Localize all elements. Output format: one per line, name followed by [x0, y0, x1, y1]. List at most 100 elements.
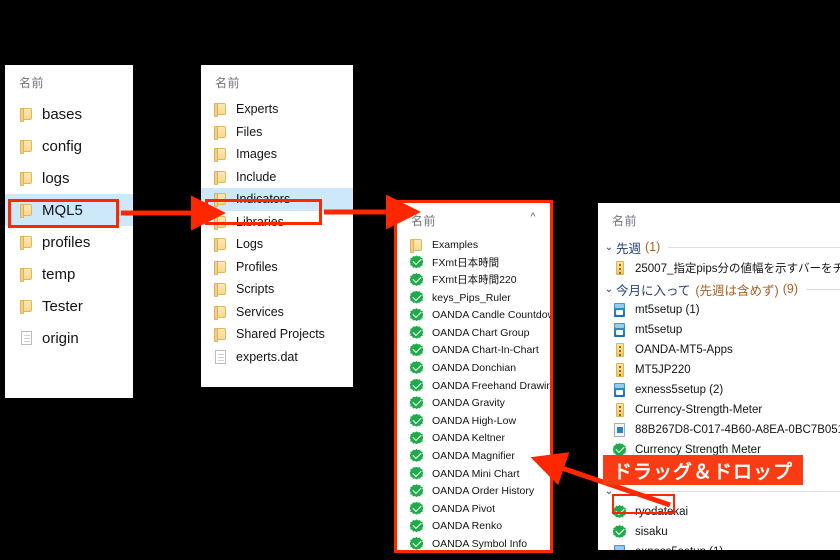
list-item-label: origin	[42, 329, 79, 347]
column-header-name[interactable]: 名前 ^	[397, 203, 550, 236]
list-item-label: mt5setup (1)	[635, 304, 700, 316]
list-item-label: logs	[42, 169, 70, 187]
column-header-name-label: 名前	[612, 214, 638, 228]
group-header[interactable]: ⌄ 今月に入って (先週は含めず) (9)	[598, 278, 840, 300]
mt5-installer-icon	[612, 382, 627, 398]
file-list-panel3[interactable]: Examples FXmt日本時間 FXmt日本時間220 keys_Pips_Rul…	[397, 236, 550, 550]
list-item[interactable]: Scripts	[201, 278, 353, 301]
list-item[interactable]: Indicators	[201, 188, 353, 211]
list-item[interactable]: OANDA-MT5-Apps	[598, 340, 840, 360]
ex5-indicator-icon	[409, 254, 424, 270]
list-item[interactable]: config	[5, 130, 133, 162]
list-item[interactable]: OANDA Mini Chart	[397, 465, 550, 483]
folder-icon	[213, 124, 228, 140]
list-item[interactable]: FXmt日本時間	[397, 254, 550, 272]
list-item[interactable]: Include	[201, 166, 353, 189]
list-item[interactable]: OANDA Chart-In-Chart	[397, 342, 550, 360]
file-list-panel4[interactable]: ⌄先週(1)25007_指定pips分の値幅を示すバーをチャート上に…⌄今月に入…	[598, 236, 840, 550]
list-item[interactable]: 88B267D8-C017-4B60-A8EA-0BC7B051713C	[598, 420, 840, 440]
mt5-installer-icon	[612, 302, 627, 318]
list-item[interactable]: Images	[201, 143, 353, 166]
list-item[interactable]: origin	[5, 322, 133, 354]
list-item-label: OANDA Renko	[432, 520, 503, 533]
list-item[interactable]: Files	[201, 121, 353, 144]
folder-icon	[213, 304, 228, 320]
list-item[interactable]: keys_Pips_Ruler	[397, 289, 550, 307]
list-item-label: Shared Projects	[236, 327, 325, 342]
list-item-label: OANDA Freehand Drawing	[432, 379, 550, 392]
data-file-icon	[612, 422, 627, 438]
list-item[interactable]: Shared Projects	[201, 323, 353, 346]
list-item[interactable]: exness5setup (1)	[598, 542, 840, 550]
list-item[interactable]: OANDA Pivot	[397, 500, 550, 518]
list-item[interactable]: logs	[5, 162, 133, 194]
list-item[interactable]: OANDA Candle Countdown	[397, 306, 550, 324]
list-item-label: 88B267D8-C017-4B60-A8EA-0BC7B051713C	[635, 424, 840, 436]
list-item[interactable]: exness5setup (2)	[598, 380, 840, 400]
list-item[interactable]: 25007_指定pips分の値幅を示すバーをチャート上に…	[598, 258, 840, 278]
list-item[interactable]: Libraries	[201, 211, 353, 234]
list-item[interactable]: Experts	[201, 98, 353, 121]
file-list-panel2[interactable]: Experts Files Images Include Indicators Libra…	[201, 98, 353, 368]
list-item[interactable]: OANDA Order History	[397, 482, 550, 500]
list-item[interactable]: OANDA Donchian	[397, 359, 550, 377]
list-item-label: ryodatekai	[635, 506, 689, 518]
list-item[interactable]: Services	[201, 301, 353, 324]
list-item[interactable]: Logs	[201, 233, 353, 256]
column-header-name[interactable]: 名前	[201, 65, 353, 98]
folder-icon	[19, 170, 34, 186]
list-item[interactable]: MT5JP220	[598, 360, 840, 380]
list-item[interactable]: Examples	[397, 236, 550, 254]
group-header-label: 先週	[616, 241, 642, 256]
list-item-label: Tester	[42, 297, 83, 315]
chevron-down-icon[interactable]: ⌄	[602, 242, 616, 253]
list-item[interactable]: OANDA Magnifier	[397, 447, 550, 465]
explorer-panel-mql5[interactable]: 名前 Experts Files Images Include Indicators Li…	[201, 65, 353, 387]
group-header-count: (1)	[645, 240, 661, 254]
list-item[interactable]: Profiles	[201, 256, 353, 279]
list-item-label: Include	[236, 169, 277, 184]
ex5-indicator-icon	[409, 378, 424, 394]
folder-icon	[19, 106, 34, 122]
list-item[interactable]: OANDA Keltner	[397, 430, 550, 448]
list-item[interactable]: experts.dat	[201, 346, 353, 369]
zip-icon	[612, 362, 627, 378]
list-item[interactable]: temp	[5, 258, 133, 290]
list-item[interactable]: OANDA Chart Group	[397, 324, 550, 342]
list-item[interactable]: OANDA High-Low	[397, 412, 550, 430]
group-divider	[806, 288, 840, 290]
ex5-indicator-icon	[409, 448, 424, 464]
list-item[interactable]: OANDA Gravity	[397, 394, 550, 412]
list-item[interactable]: Currency-Strength-Meter	[598, 400, 840, 420]
chevron-down-icon[interactable]: ⌄	[602, 486, 616, 497]
list-item[interactable]: FXmt日本時間220	[397, 271, 550, 289]
list-item-label: OANDA Order History	[432, 485, 535, 498]
sort-ascending-icon[interactable]: ^	[530, 211, 536, 223]
list-item[interactable]: OANDA Symbol Info	[397, 535, 550, 550]
list-item[interactable]: Tester	[5, 290, 133, 322]
list-item[interactable]: mt5setup	[598, 320, 840, 340]
explorer-panel-downloads[interactable]: 名前 ⌄先週(1)25007_指定pips分の値幅を示すバーをチャート上に…⌄今…	[598, 203, 840, 550]
list-item[interactable]: profiles	[5, 226, 133, 258]
file-list-panel1[interactable]: bases config logs MQL5 profiles temp Tester ori…	[5, 98, 133, 354]
list-item[interactable]: OANDA Freehand Drawing	[397, 377, 550, 395]
folder-icon	[213, 281, 228, 298]
list-item[interactable]: mt5setup (1)	[598, 300, 840, 320]
group-header[interactable]: ⌄ 先週 (1)	[598, 236, 840, 258]
explorer-panel-terminal-root[interactable]: 名前 bases config logs MQL5 profiles temp Tester…	[5, 65, 133, 398]
list-item-label: Services	[236, 304, 284, 319]
list-item-label: OANDA Mini Chart	[432, 467, 520, 480]
column-header-name[interactable]: 名前	[598, 203, 840, 236]
list-item-label: Indicators	[236, 192, 291, 207]
list-item[interactable]: ryodatekai	[598, 502, 840, 522]
column-header-name[interactable]: 名前	[5, 65, 133, 98]
list-item[interactable]: sisaku	[598, 522, 840, 542]
list-item[interactable]: bases	[5, 98, 133, 130]
list-item[interactable]: MQL5	[5, 194, 133, 226]
group-header-count: (9)	[782, 282, 798, 296]
folder-icon	[409, 237, 424, 253]
explorer-panel-indicators[interactable]: 名前 ^ Examples FXmt日本時間 FXmt日本時間220 keys_Pip…	[397, 203, 550, 550]
list-item[interactable]: OANDA Renko	[397, 518, 550, 536]
chevron-down-icon[interactable]: ⌄	[602, 284, 616, 295]
list-item-label: Examples	[432, 238, 479, 251]
